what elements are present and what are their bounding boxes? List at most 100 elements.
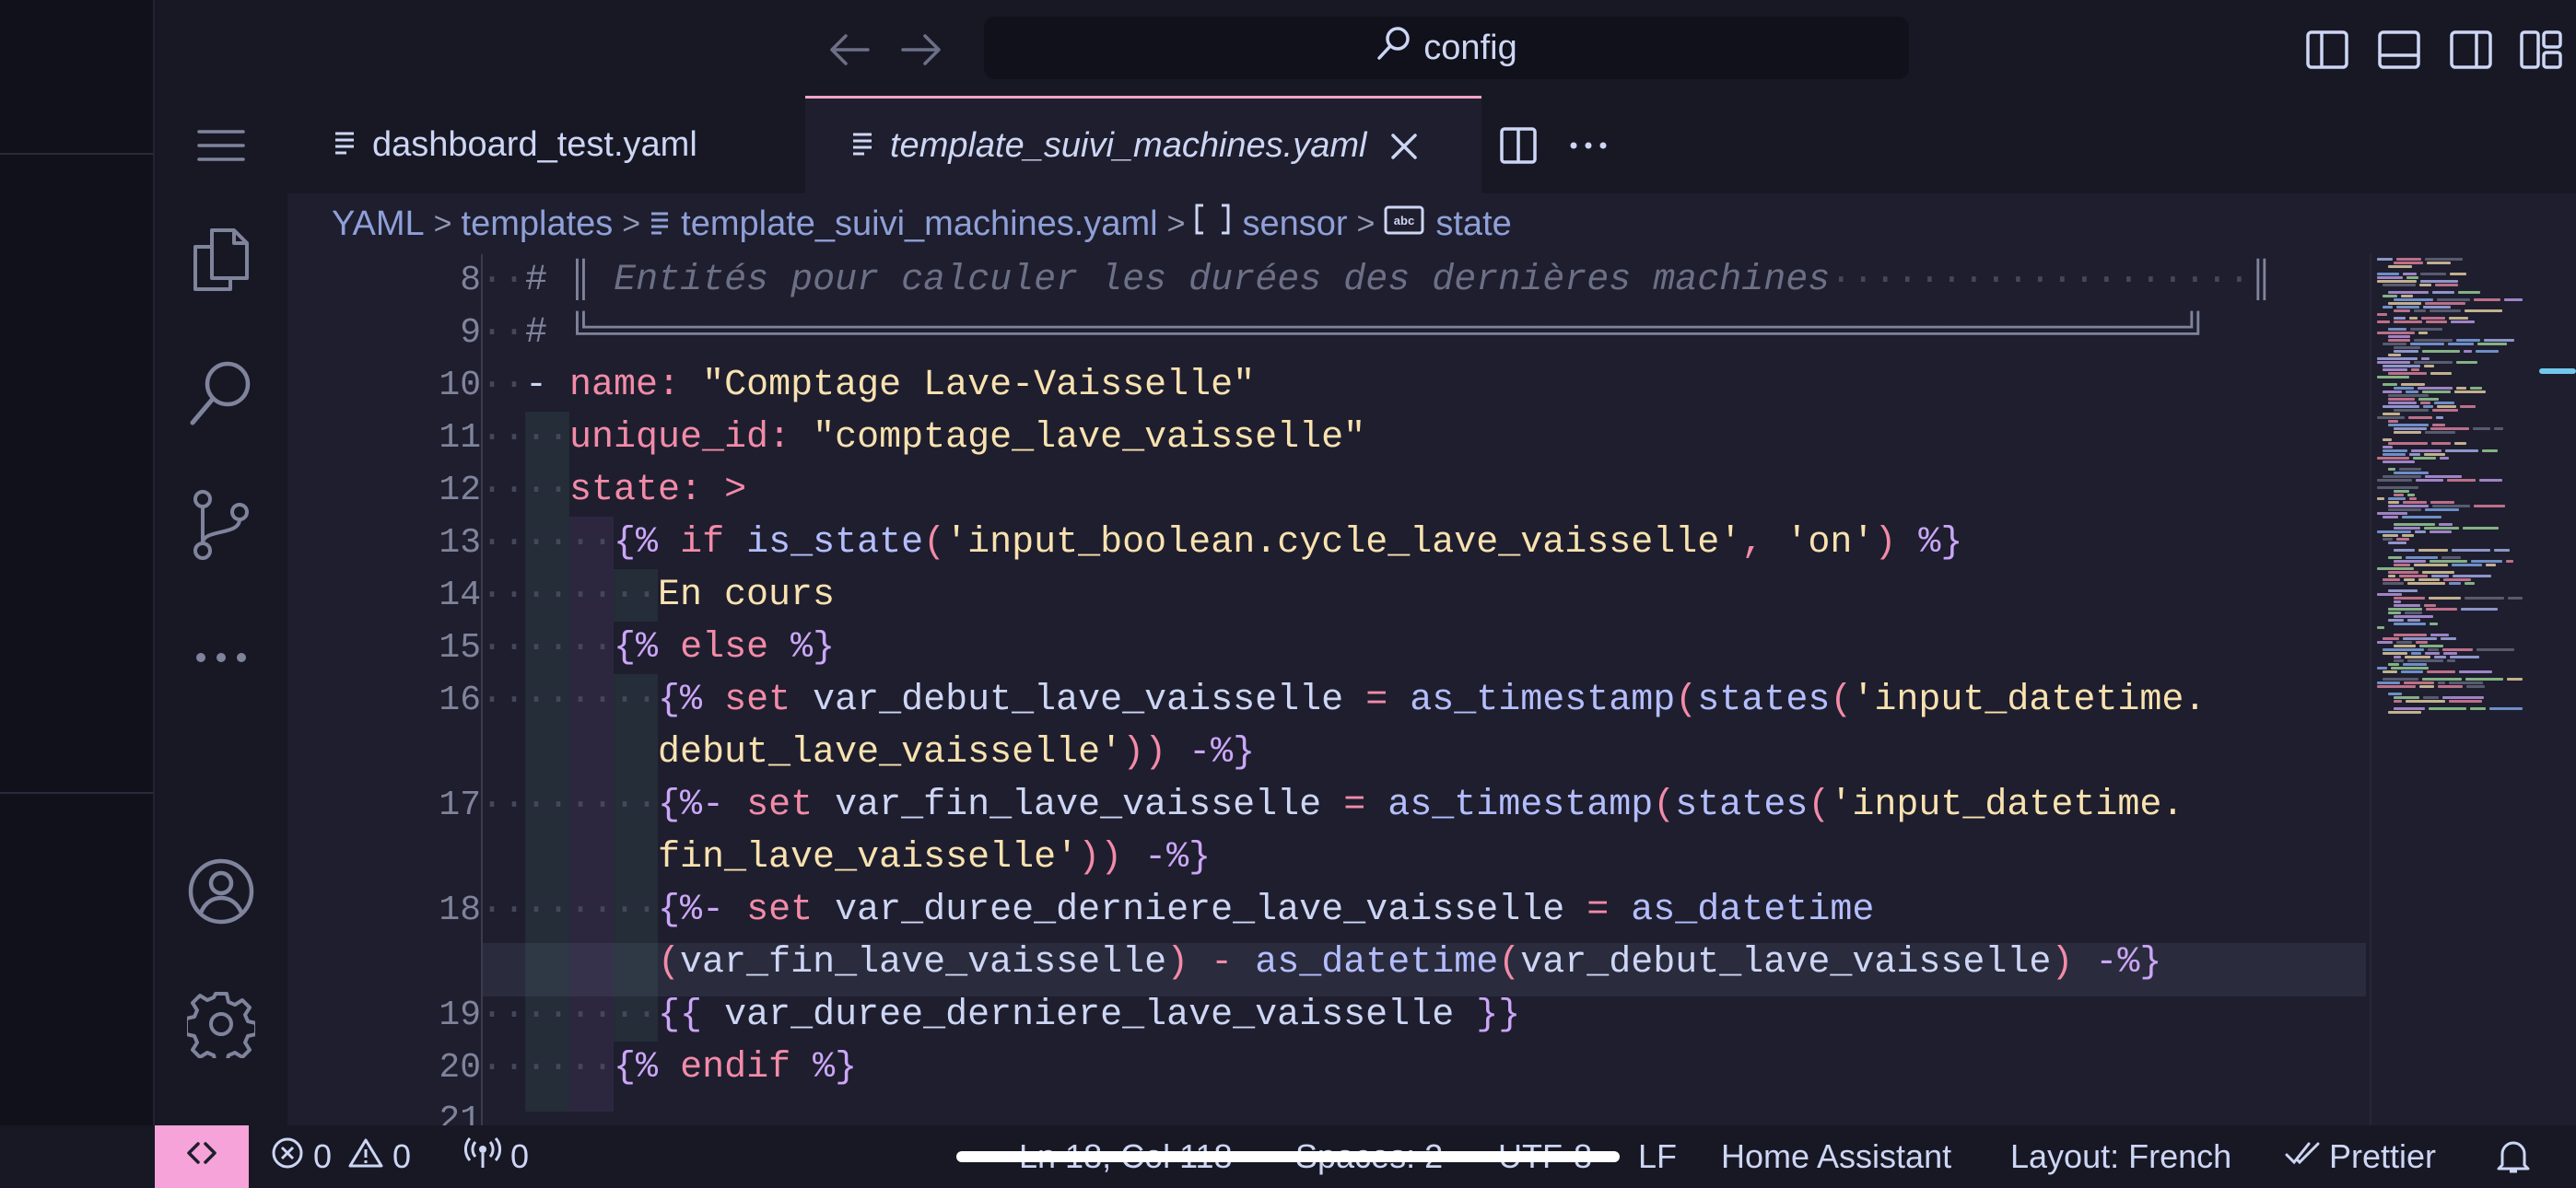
minimap[interactable] — [2370, 254, 2530, 1125]
minimap-line — [2422, 678, 2462, 681]
minimap-line — [2430, 372, 2452, 375]
minimap-line — [2415, 530, 2426, 533]
minimap-line — [2450, 656, 2479, 658]
minimap-line — [2394, 298, 2433, 301]
minimap-line — [2402, 534, 2414, 537]
minimap-line — [2377, 497, 2384, 500]
breadcrumb-item-templates[interactable]: templates — [462, 204, 614, 244]
home-indicator[interactable] — [956, 1151, 1620, 1162]
minimap-line — [2460, 405, 2476, 408]
minimap-line — [2394, 615, 2433, 618]
formatter-status[interactable]: Prettier — [2285, 1125, 2436, 1188]
split-editor-icon[interactable] — [1500, 118, 1537, 173]
minimap-line — [2388, 398, 2415, 401]
tab-label: template_suivi_machines.yaml — [890, 126, 1367, 165]
more-actions-icon[interactable] — [1570, 118, 1607, 173]
keyboard-layout[interactable]: Layout: French — [2010, 1125, 2231, 1188]
tab-label: dashboard_test.yaml — [372, 124, 697, 164]
minimap-line — [2436, 416, 2443, 419]
minimap-line — [2394, 696, 2419, 699]
minimap-line — [2394, 604, 2420, 607]
minimap-line — [2489, 707, 2523, 710]
toggle-panel-icon[interactable] — [2373, 24, 2425, 76]
line-number: 10 — [439, 366, 481, 405]
minimap-line — [2414, 309, 2426, 312]
minimap-line — [2424, 527, 2459, 530]
more-views-icon[interactable] — [182, 619, 260, 696]
toggle-primary-sidebar-icon[interactable] — [2301, 24, 2353, 76]
minimap-line — [2383, 516, 2398, 518]
minimap-line — [2470, 387, 2482, 390]
problems-indicator[interactable]: 0 0 — [271, 1125, 411, 1188]
minimap-line — [2403, 663, 2427, 666]
minimap-line — [2465, 597, 2504, 600]
minimap-line — [2430, 623, 2438, 625]
tab-dashboard-test[interactable]: dashboard_test.yaml — [287, 96, 805, 193]
language-mode[interactable]: Home Assistant — [1721, 1125, 1951, 1188]
line-number: 14 — [439, 576, 481, 615]
code-editor[interactable]: ··# ║ Entités pour calculer les durées d… — [481, 254, 2370, 1125]
minimap-line — [2418, 332, 2428, 334]
minimap-line — [2407, 619, 2420, 622]
minimap-line — [2432, 424, 2445, 426]
eol-setting[interactable]: LF — [1638, 1125, 1677, 1188]
minimap-line — [2421, 317, 2445, 320]
breadcrumb-item-yaml[interactable]: YAML — [332, 204, 425, 244]
minimap-line — [2440, 457, 2449, 460]
back-arrow-icon[interactable] — [822, 22, 877, 77]
minimap-line — [2443, 578, 2471, 581]
toggle-secondary-sidebar-icon[interactable] — [2445, 24, 2497, 76]
minimap-line — [2383, 578, 2400, 581]
minimap-line — [2394, 527, 2420, 530]
chevron-right-icon: > — [433, 205, 452, 241]
minimap-line — [2403, 637, 2437, 640]
forward-arrow-icon[interactable] — [894, 22, 949, 77]
remote-connection-icon — [185, 1136, 218, 1178]
remote-indicator[interactable] — [155, 1125, 249, 1188]
minimap-line — [2409, 317, 2418, 320]
minimap-line — [2388, 372, 2427, 375]
minimap-line — [2388, 556, 2402, 559]
minimap-line — [2388, 693, 2402, 695]
minimap-line — [2383, 383, 2397, 386]
minimap-line — [2394, 262, 2423, 264]
minimap-line — [2420, 402, 2430, 404]
close-icon[interactable] — [1390, 133, 1418, 160]
minimap-line — [2419, 645, 2443, 647]
menu-icon[interactable] — [182, 107, 260, 184]
scrollbar-marker[interactable] — [2539, 368, 2576, 374]
ports-indicator[interactable]: 0 — [463, 1125, 529, 1188]
account-icon[interactable] — [182, 853, 260, 930]
line-number: 18 — [439, 891, 481, 930]
minimap-line — [2394, 320, 2422, 323]
minimap-line — [2383, 405, 2419, 408]
minimap-line — [2425, 475, 2462, 478]
minimap-line — [2394, 656, 2401, 658]
minimap-line — [2388, 575, 2395, 577]
explorer-icon[interactable] — [182, 221, 260, 298]
minimap-line — [2388, 505, 2429, 507]
settings-gear-icon[interactable] — [182, 985, 260, 1063]
customize-layout-icon[interactable] — [2515, 24, 2567, 76]
minimap-line — [2377, 681, 2400, 684]
breadcrumb-item-sensor[interactable]: sensor — [1194, 204, 1348, 244]
minimap-line — [2388, 335, 2410, 338]
minimap-line — [2437, 405, 2456, 408]
minimap-line — [2411, 449, 2441, 452]
minimap-line — [2388, 611, 2401, 614]
notifications-bell-icon[interactable] — [2497, 1125, 2530, 1188]
line-number: 11 — [439, 418, 481, 458]
code-line-15: ······{% else %} — [481, 627, 836, 669]
minimap-line — [2383, 306, 2393, 309]
minimap-line — [2439, 523, 2453, 526]
minimap-line — [2396, 641, 2412, 644]
search-view-icon[interactable] — [182, 354, 260, 431]
command-search-box[interactable]: config — [984, 17, 1909, 79]
source-control-icon[interactable] — [182, 486, 260, 564]
breadcrumb-item-file[interactable]: template_suivi_machines.yaml — [650, 204, 1158, 244]
breadcrumb-item-state[interactable]: abc state — [1384, 204, 1512, 244]
tab-template-suivi-machines[interactable]: template_suivi_machines.yaml — [805, 96, 1481, 193]
chevron-right-icon: > — [1356, 205, 1376, 241]
minimap-line — [2383, 365, 2420, 367]
minimap-line — [2456, 361, 2477, 364]
